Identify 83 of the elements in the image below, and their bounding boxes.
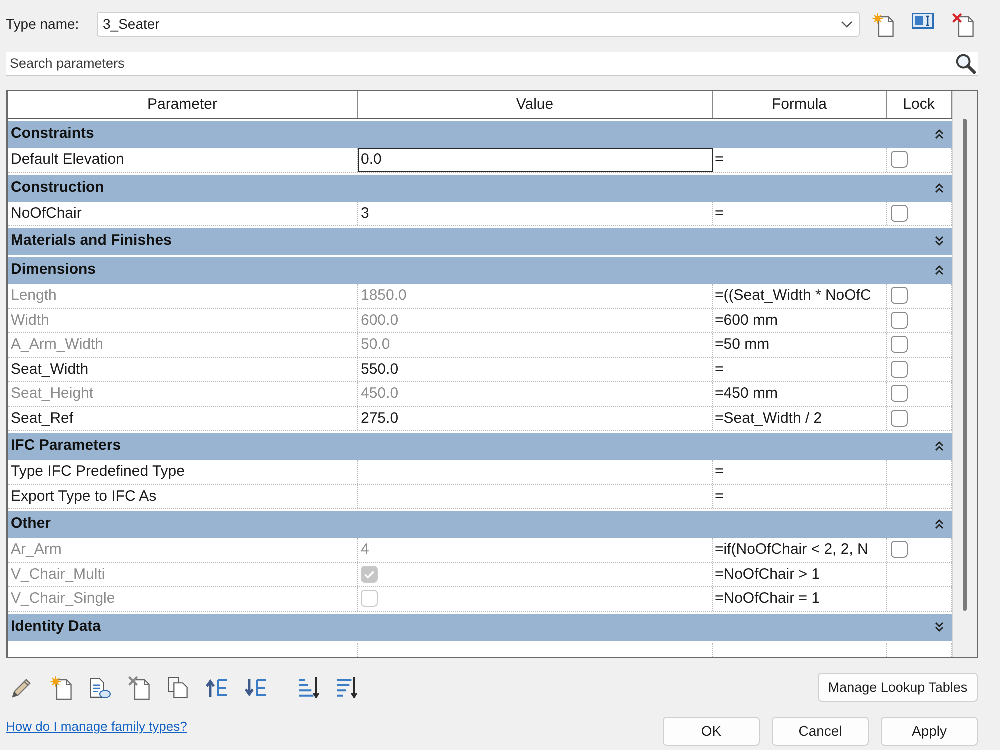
- formula-cell: =((Seat_Width * NoOfC: [713, 284, 887, 308]
- help-link[interactable]: How do I manage family types?: [6, 717, 188, 736]
- lock-checkbox[interactable]: [891, 151, 908, 168]
- collapse-icon[interactable]: [935, 519, 944, 530]
- pencil-icon[interactable]: [11, 676, 33, 698]
- dialog-button[interactable]: Cancel: [772, 717, 869, 746]
- collapse-icon[interactable]: [935, 265, 944, 276]
- expand-icon[interactable]: [935, 622, 944, 632]
- lock-checkbox[interactable]: [891, 410, 908, 427]
- formula-cell: =450 mm: [713, 382, 887, 406]
- parameter-cell: Export Type to IFC As: [8, 484, 358, 508]
- type-name-label: Type name:: [6, 15, 80, 34]
- group-title: IFC Parameters: [11, 436, 122, 456]
- document-sparkle-icon[interactable]: [50, 676, 72, 700]
- parameter-cell: Default Elevation: [8, 148, 358, 172]
- group-title: Materials and Finishes: [11, 231, 172, 252]
- value-cell: 4: [358, 538, 713, 562]
- copy-icon[interactable]: [167, 676, 189, 699]
- formula-cell: =Seat_Width / 2: [713, 406, 887, 430]
- formula-cell: =: [713, 460, 887, 484]
- formula-cell: =if(NoOfChair < 2, 2, N: [713, 538, 887, 562]
- value-cell: 600.0: [358, 308, 713, 332]
- arrow-up-list-icon[interactable]: [206, 678, 228, 698]
- parameter-cell: Length: [8, 284, 358, 308]
- type-name-dropdown[interactable]: 3_Seater: [97, 12, 860, 37]
- formula-cell: =: [713, 484, 887, 508]
- search-icon[interactable]: [955, 53, 976, 74]
- document-lines-icon[interactable]: [89, 676, 111, 698]
- parameter-cell: V_Chair_Multi: [8, 562, 358, 586]
- parameter-cell: Type IFC Predefined Type: [8, 460, 358, 484]
- sort-descending-icon[interactable]: [336, 676, 357, 699]
- group-title: Constraints: [11, 124, 94, 144]
- group-header[interactable]: Constraints: [8, 121, 952, 148]
- group-title: Dimensions: [11, 260, 96, 280]
- scrollbar-thumb[interactable]: [963, 119, 967, 611]
- group-title: Other: [11, 514, 52, 534]
- value-cell: 50.0: [358, 333, 713, 356]
- lock-checkbox[interactable]: [891, 360, 908, 378]
- group-header[interactable]: Construction: [8, 174, 952, 202]
- parameter-cell: Seat_Width: [8, 358, 358, 381]
- dialog-button[interactable]: OK: [663, 717, 760, 746]
- value-cell[interactable]: 3: [358, 202, 713, 225]
- parameter-cell: Seat_Ref: [8, 406, 358, 430]
- group-title: Construction: [11, 178, 104, 198]
- value-input[interactable]: 0.0: [358, 148, 713, 172]
- expand-icon[interactable]: [935, 236, 944, 247]
- group-header[interactable]: IFC Parameters: [8, 433, 952, 460]
- parameter-cell: A_Arm_Width: [8, 333, 358, 356]
- formula-cell: =: [713, 148, 887, 172]
- collapse-icon[interactable]: [935, 182, 944, 194]
- arrow-down-list-icon[interactable]: [245, 678, 267, 698]
- group-header[interactable]: Dimensions: [8, 257, 952, 284]
- formula-cell: =600 mm: [713, 308, 887, 332]
- search-field[interactable]: Search parameters: [6, 52, 978, 76]
- manage-lookup-tables-button[interactable]: Manage Lookup Tables: [818, 673, 978, 702]
- parameter-cell: Width: [8, 308, 358, 332]
- document-sparkle-icon[interactable]: [872, 12, 894, 36]
- formula-cell: =NoOfChair > 1: [713, 562, 887, 586]
- value-cell[interactable]: 550.0: [358, 358, 713, 381]
- formula-cell: =: [713, 358, 887, 381]
- formula-cell: =50 mm: [713, 333, 887, 356]
- dialog-button[interactable]: Apply: [881, 717, 978, 746]
- text-field-icon[interactable]: [912, 12, 934, 28]
- value-cell: 450.0: [358, 382, 713, 406]
- group-header[interactable]: Other: [8, 511, 952, 538]
- group-header[interactable]: Materials and Finishes: [8, 228, 952, 255]
- sort-ascending-icon[interactable]: [298, 676, 319, 699]
- parameter-cell: V_Chair_Single: [8, 587, 358, 610]
- chevron-down-icon: [841, 21, 853, 28]
- collapse-icon[interactable]: [935, 129, 944, 140]
- value-cell[interactable]: 275.0: [358, 406, 713, 430]
- lock-checkbox[interactable]: [891, 204, 908, 222]
- group-header[interactable]: Identity Data: [8, 614, 952, 640]
- collapse-icon[interactable]: [935, 441, 944, 452]
- document-x-icon[interactable]: [952, 12, 974, 36]
- group-title: Identity Data: [11, 616, 102, 637]
- document-x-icon[interactable]: [128, 676, 150, 700]
- formula-cell: =: [713, 202, 887, 225]
- formula-cell: =NoOfChair = 1: [713, 587, 887, 610]
- parameter-cell: NoOfChair: [8, 202, 358, 225]
- parameter-cell: Ar_Arm: [8, 538, 358, 562]
- value-cell: 1850.0: [358, 284, 713, 308]
- parameter-cell: Seat_Height: [8, 382, 358, 406]
